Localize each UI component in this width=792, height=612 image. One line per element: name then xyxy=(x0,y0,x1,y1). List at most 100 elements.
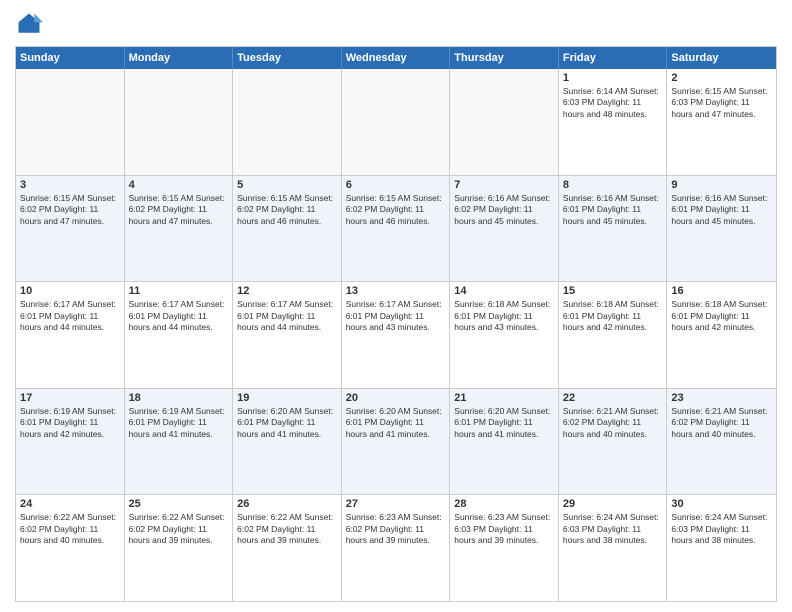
day-info: Sunrise: 6:24 AM Sunset: 6:03 PM Dayligh… xyxy=(563,512,663,546)
calendar-week: 24 Sunrise: 6:22 AM Sunset: 6:02 PM Dayli… xyxy=(16,495,776,601)
calendar-day-cell xyxy=(450,69,559,175)
day-info: Sunrise: 6:17 AM Sunset: 6:01 PM Dayligh… xyxy=(129,299,229,333)
day-info: Sunrise: 6:16 AM Sunset: 6:01 PM Dayligh… xyxy=(671,193,772,227)
day-number: 17 xyxy=(20,392,120,404)
day-info: Sunrise: 6:20 AM Sunset: 6:01 PM Dayligh… xyxy=(237,406,337,440)
day-number: 23 xyxy=(671,392,772,404)
day-info: Sunrise: 6:23 AM Sunset: 6:03 PM Dayligh… xyxy=(454,512,554,546)
day-info: Sunrise: 6:15 AM Sunset: 6:02 PM Dayligh… xyxy=(346,193,446,227)
calendar-day-cell: 20 Sunrise: 6:20 AM Sunset: 6:01 PM Dayli… xyxy=(342,389,451,495)
day-number: 14 xyxy=(454,285,554,297)
day-number: 22 xyxy=(563,392,663,404)
header xyxy=(15,10,777,38)
calendar-day-cell: 30Sunrise: 6:24 AM Sunset: 6:03 PM Dayli… xyxy=(667,495,776,601)
calendar: SundayMondayTuesdayWednesdayThursdayFrid… xyxy=(15,46,777,602)
calendar-day-cell: 21 Sunrise: 6:20 AM Sunset: 6:01 PM Dayli… xyxy=(450,389,559,495)
day-info: Sunrise: 6:16 AM Sunset: 6:02 PM Dayligh… xyxy=(454,193,554,227)
day-info: Sunrise: 6:22 AM Sunset: 6:02 PM Dayligh… xyxy=(129,512,229,546)
calendar-day-cell: 28 Sunrise: 6:23 AM Sunset: 6:03 PM Dayli… xyxy=(450,495,559,601)
calendar-day-cell: 22Sunrise: 6:21 AM Sunset: 6:02 PM Dayli… xyxy=(559,389,668,495)
day-info: Sunrise: 6:20 AM Sunset: 6:01 PM Dayligh… xyxy=(454,406,554,440)
calendar-day-cell xyxy=(233,69,342,175)
day-info: Sunrise: 6:19 AM Sunset: 6:01 PM Dayligh… xyxy=(129,406,229,440)
calendar-week: 17 Sunrise: 6:19 AM Sunset: 6:01 PM Dayli… xyxy=(16,389,776,496)
day-number: 5 xyxy=(237,179,337,191)
calendar-day-cell: 6 Sunrise: 6:15 AM Sunset: 6:02 PM Daylig… xyxy=(342,176,451,282)
day-number: 2 xyxy=(671,72,772,84)
calendar-day-cell: 27Sunrise: 6:23 AM Sunset: 6:02 PM Dayli… xyxy=(342,495,451,601)
calendar-day-cell: 9 Sunrise: 6:16 AM Sunset: 6:01 PM Daylig… xyxy=(667,176,776,282)
calendar-day-cell: 16 Sunrise: 6:18 AM Sunset: 6:01 PM Dayli… xyxy=(667,282,776,388)
calendar-week: 1 Sunrise: 6:14 AM Sunset: 6:03 PM Daylig… xyxy=(16,69,776,176)
logo xyxy=(15,10,47,38)
day-number: 10 xyxy=(20,285,120,297)
day-number: 19 xyxy=(237,392,337,404)
calendar-header-cell: Friday xyxy=(559,47,668,69)
day-number: 25 xyxy=(129,498,229,510)
day-info: Sunrise: 6:17 AM Sunset: 6:01 PM Dayligh… xyxy=(346,299,446,333)
day-info: Sunrise: 6:16 AM Sunset: 6:01 PM Dayligh… xyxy=(563,193,663,227)
calendar-day-cell: 1 Sunrise: 6:14 AM Sunset: 6:03 PM Daylig… xyxy=(559,69,668,175)
day-info: Sunrise: 6:20 AM Sunset: 6:01 PM Dayligh… xyxy=(346,406,446,440)
calendar-day-cell: 12 Sunrise: 6:17 AM Sunset: 6:01 PM Dayli… xyxy=(233,282,342,388)
day-info: Sunrise: 6:18 AM Sunset: 6:01 PM Dayligh… xyxy=(671,299,772,333)
calendar-body: 1 Sunrise: 6:14 AM Sunset: 6:03 PM Daylig… xyxy=(16,69,776,601)
calendar-day-cell: 26Sunrise: 6:22 AM Sunset: 6:02 PM Dayli… xyxy=(233,495,342,601)
day-info: Sunrise: 6:22 AM Sunset: 6:02 PM Dayligh… xyxy=(20,512,120,546)
day-info: Sunrise: 6:24 AM Sunset: 6:03 PM Dayligh… xyxy=(671,512,772,546)
day-number: 28 xyxy=(454,498,554,510)
day-info: Sunrise: 6:17 AM Sunset: 6:01 PM Dayligh… xyxy=(237,299,337,333)
calendar-day-cell: 13Sunrise: 6:17 AM Sunset: 6:01 PM Dayli… xyxy=(342,282,451,388)
day-info: Sunrise: 6:18 AM Sunset: 6:01 PM Dayligh… xyxy=(563,299,663,333)
day-info: Sunrise: 6:15 AM Sunset: 6:02 PM Dayligh… xyxy=(20,193,120,227)
day-number: 7 xyxy=(454,179,554,191)
page: SundayMondayTuesdayWednesdayThursdayFrid… xyxy=(0,0,792,612)
calendar-day-cell: 25 Sunrise: 6:22 AM Sunset: 6:02 PM Dayli… xyxy=(125,495,234,601)
calendar-day-cell: 18Sunrise: 6:19 AM Sunset: 6:01 PM Dayli… xyxy=(125,389,234,495)
day-info: Sunrise: 6:15 AM Sunset: 6:02 PM Dayligh… xyxy=(129,193,229,227)
calendar-day-cell: 10Sunrise: 6:17 AM Sunset: 6:01 PM Dayli… xyxy=(16,282,125,388)
day-info: Sunrise: 6:19 AM Sunset: 6:01 PM Dayligh… xyxy=(20,406,120,440)
day-number: 16 xyxy=(671,285,772,297)
day-info: Sunrise: 6:18 AM Sunset: 6:01 PM Dayligh… xyxy=(454,299,554,333)
calendar-day-cell: 7 Sunrise: 6:16 AM Sunset: 6:02 PM Daylig… xyxy=(450,176,559,282)
calendar-week: 3 Sunrise: 6:15 AM Sunset: 6:02 PM Daylig… xyxy=(16,176,776,283)
day-number: 9 xyxy=(671,179,772,191)
day-number: 29 xyxy=(563,498,663,510)
day-number: 4 xyxy=(129,179,229,191)
calendar-day-cell: 2Sunrise: 6:15 AM Sunset: 6:03 PM Daylig… xyxy=(667,69,776,175)
day-number: 3 xyxy=(20,179,120,191)
day-number: 21 xyxy=(454,392,554,404)
day-info: Sunrise: 6:14 AM Sunset: 6:03 PM Dayligh… xyxy=(563,86,663,120)
calendar-day-cell: 11 Sunrise: 6:17 AM Sunset: 6:01 PM Dayli… xyxy=(125,282,234,388)
calendar-day-cell: 8 Sunrise: 6:16 AM Sunset: 6:01 PM Daylig… xyxy=(559,176,668,282)
calendar-day-cell: 4 Sunrise: 6:15 AM Sunset: 6:02 PM Daylig… xyxy=(125,176,234,282)
calendar-day-cell: 3 Sunrise: 6:15 AM Sunset: 6:02 PM Daylig… xyxy=(16,176,125,282)
calendar-day-cell: 14 Sunrise: 6:18 AM Sunset: 6:01 PM Dayli… xyxy=(450,282,559,388)
day-number: 1 xyxy=(563,72,663,84)
calendar-day-cell: 5 Sunrise: 6:15 AM Sunset: 6:02 PM Daylig… xyxy=(233,176,342,282)
calendar-header-cell: Wednesday xyxy=(342,47,451,69)
calendar-day-cell xyxy=(342,69,451,175)
day-number: 20 xyxy=(346,392,446,404)
calendar-day-cell: 15 Sunrise: 6:18 AM Sunset: 6:01 PM Dayli… xyxy=(559,282,668,388)
calendar-header-cell: Thursday xyxy=(450,47,559,69)
calendar-day-cell: 29 Sunrise: 6:24 AM Sunset: 6:03 PM Dayli… xyxy=(559,495,668,601)
day-number: 12 xyxy=(237,285,337,297)
day-number: 6 xyxy=(346,179,446,191)
calendar-header-cell: Sunday xyxy=(16,47,125,69)
day-number: 11 xyxy=(129,285,229,297)
calendar-day-cell xyxy=(16,69,125,175)
day-number: 26 xyxy=(237,498,337,510)
calendar-header-cell: Tuesday xyxy=(233,47,342,69)
calendar-header-cell: Saturday xyxy=(667,47,776,69)
day-number: 27 xyxy=(346,498,446,510)
day-info: Sunrise: 6:15 AM Sunset: 6:02 PM Dayligh… xyxy=(237,193,337,227)
day-info: Sunrise: 6:21 AM Sunset: 6:02 PM Dayligh… xyxy=(671,406,772,440)
day-number: 15 xyxy=(563,285,663,297)
logo-icon xyxy=(15,10,43,38)
calendar-header: SundayMondayTuesdayWednesdayThursdayFrid… xyxy=(16,47,776,69)
day-number: 8 xyxy=(563,179,663,191)
calendar-day-cell: 24 Sunrise: 6:22 AM Sunset: 6:02 PM Dayli… xyxy=(16,495,125,601)
day-number: 24 xyxy=(20,498,120,510)
